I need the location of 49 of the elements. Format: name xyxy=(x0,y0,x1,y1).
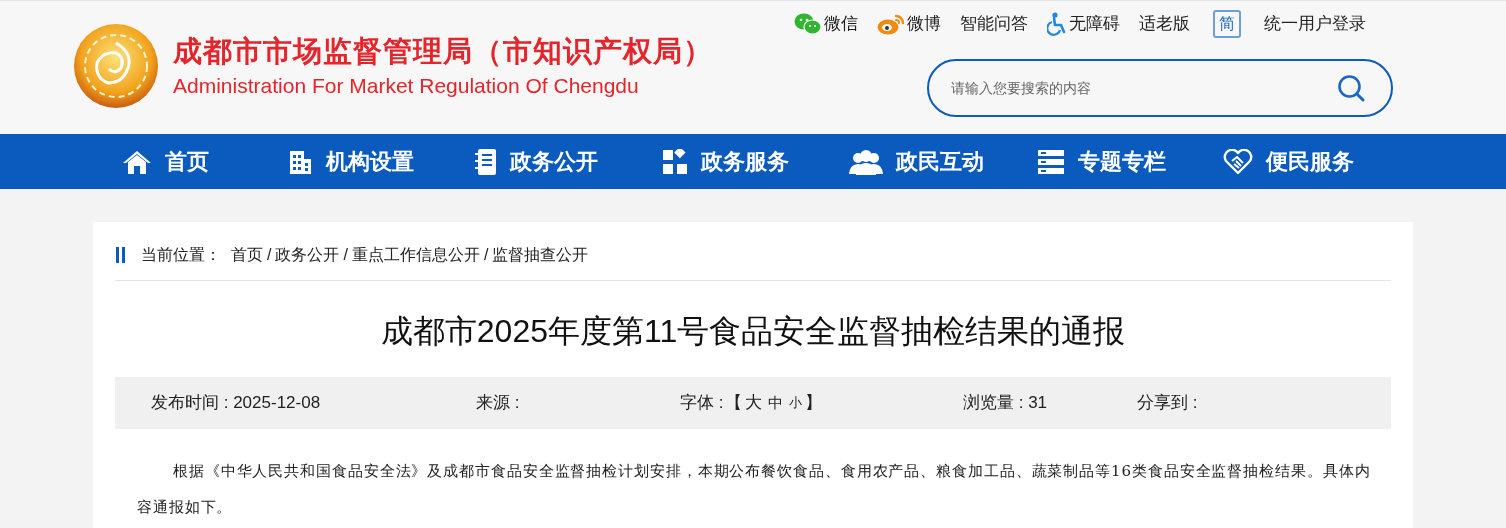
top-link[interactable]: 无障碍 xyxy=(1069,13,1120,35)
handshake-heart-icon xyxy=(1223,148,1253,175)
breadcrumb-separator: / xyxy=(343,245,348,265)
site-subtitle: Administration For Market Regulation Of Chengdu xyxy=(173,72,640,99)
bracket: 】 xyxy=(805,392,823,415)
nav-link[interactable]: 专题专栏 xyxy=(1078,145,1166,178)
site-title: 成都市市场监督管理局（市知识产权局） xyxy=(173,33,713,69)
top-link[interactable]: 智能问答 xyxy=(960,13,1028,35)
breadcrumb-link[interactable]: 政务公开 xyxy=(275,243,340,267)
building-icon xyxy=(287,148,313,175)
font-size-option[interactable]: 大 xyxy=(745,390,763,416)
source-label: 来源 : xyxy=(476,392,521,415)
top-link[interactable]: 微博 xyxy=(907,13,941,35)
font-size-option[interactable]: 中 xyxy=(768,391,784,415)
top-link[interactable]: 适老版 xyxy=(1139,13,1190,35)
notebook-icon xyxy=(475,147,497,176)
breadcrumb-separator: / xyxy=(483,245,489,265)
breadcrumb-separator: / xyxy=(267,245,272,265)
font-size-label: 字体 : xyxy=(680,392,724,415)
nav-link[interactable]: 政民互动 xyxy=(896,145,984,178)
top-link[interactable]: 微信 xyxy=(824,13,858,35)
breadcrumb-marker-icon xyxy=(115,247,127,263)
breadcrumb-link[interactable]: 监督抽查公开 xyxy=(492,243,589,267)
nav-link[interactable]: 政务公开 xyxy=(510,145,598,178)
simplified-chinese-toggle[interactable]: 简 xyxy=(1213,10,1241,38)
wheelchair-icon xyxy=(1047,12,1067,36)
bracket: 【 xyxy=(725,392,743,415)
share-label: 分享到 : xyxy=(1137,392,1198,415)
view-count: 浏览量 : 31 xyxy=(963,392,1049,415)
nav-link[interactable]: 便民服务 xyxy=(1266,145,1354,178)
nav-link[interactable]: 政务服务 xyxy=(701,145,789,178)
article-paragraph: 根据《中华人民共和国食品安全法》及成都市食品安全监督抽检计划安排，本期公布餐饮食品、食用农产品、粮食加工品、蔬菜制品等16类食品安全监督抽检结果。具体内容通报如下。 xyxy=(136,461,1372,518)
server-icon xyxy=(1037,148,1065,175)
home-icon xyxy=(122,148,152,175)
article-title: 成都市2025年度第11号食品安全监督抽检结果的通报 xyxy=(379,312,1127,351)
breadcrumb-link[interactable]: 重点工作信息公开 xyxy=(351,243,480,267)
font-size-option[interactable]: 小 xyxy=(789,393,803,413)
publish-date: 发布时间 : 2025-12-08 xyxy=(151,392,322,415)
people-icon xyxy=(849,148,883,175)
breadcrumb-link[interactable]: 首页 xyxy=(231,243,263,267)
search-field[interactable]: 请输入您要搜索的内容 xyxy=(927,59,1393,117)
wechat-icon xyxy=(794,13,822,35)
search-icon[interactable] xyxy=(1337,74,1365,102)
top-link[interactable]: 统一用户登录 xyxy=(1264,13,1366,35)
breadcrumb-label: 当前位置： xyxy=(141,245,221,265)
weibo-icon xyxy=(877,13,905,35)
nav-link[interactable]: 首页 xyxy=(165,145,209,178)
grid-icon xyxy=(662,148,688,175)
nav-link[interactable]: 机构设置 xyxy=(326,145,414,178)
